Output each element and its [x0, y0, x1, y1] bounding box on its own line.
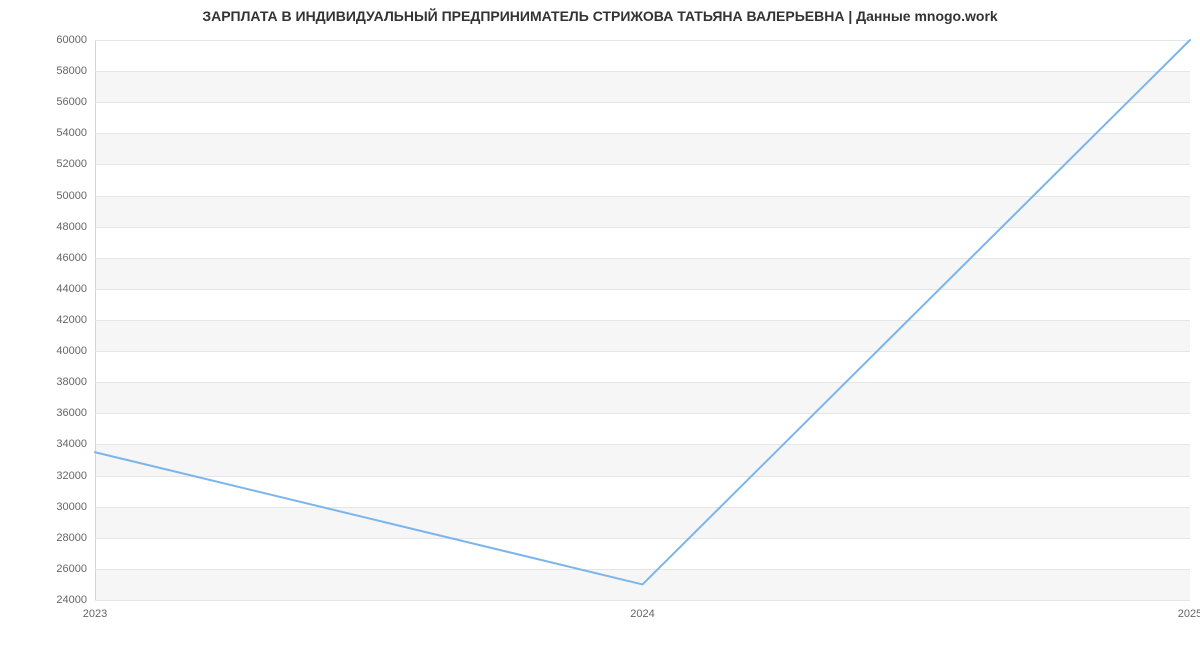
y-tick-label: 40000	[56, 345, 87, 357]
y-tick-label: 56000	[56, 96, 87, 108]
x-tick-label: 2025	[1178, 608, 1200, 620]
y-tick-label: 54000	[56, 127, 87, 139]
y-tick-label: 34000	[56, 438, 87, 450]
x-tick-label: 2024	[630, 608, 654, 620]
x-tick-label: 2023	[83, 608, 107, 620]
y-tick-label: 36000	[56, 407, 87, 419]
y-tick-label: 46000	[56, 252, 87, 264]
y-tick-label: 42000	[56, 314, 87, 326]
salary-line-chart: ЗАРПЛАТА В ИНДИВИДУАЛЬНЫЙ ПРЕДПРИНИМАТЕЛ…	[0, 0, 1200, 650]
y-tick-label: 30000	[56, 501, 87, 513]
y-tick-label: 60000	[56, 34, 87, 46]
plot-area: 2400026000280003000032000340003600038000…	[95, 40, 1190, 600]
y-tick-label: 50000	[56, 190, 87, 202]
y-tick-label: 28000	[56, 532, 87, 544]
y-tick-label: 44000	[56, 283, 87, 295]
chart-title: ЗАРПЛАТА В ИНДИВИДУАЛЬНЫЙ ПРЕДПРИНИМАТЕЛ…	[0, 8, 1200, 24]
y-tick-label: 24000	[56, 594, 87, 606]
y-tick-label: 38000	[56, 376, 87, 388]
series-svg	[95, 40, 1190, 600]
y-tick-label: 32000	[56, 470, 87, 482]
y-gridline	[95, 600, 1190, 601]
y-tick-label: 48000	[56, 221, 87, 233]
y-tick-label: 26000	[56, 563, 87, 575]
salary-series-line	[95, 40, 1190, 584]
y-tick-label: 58000	[56, 65, 87, 77]
y-tick-label: 52000	[56, 158, 87, 170]
